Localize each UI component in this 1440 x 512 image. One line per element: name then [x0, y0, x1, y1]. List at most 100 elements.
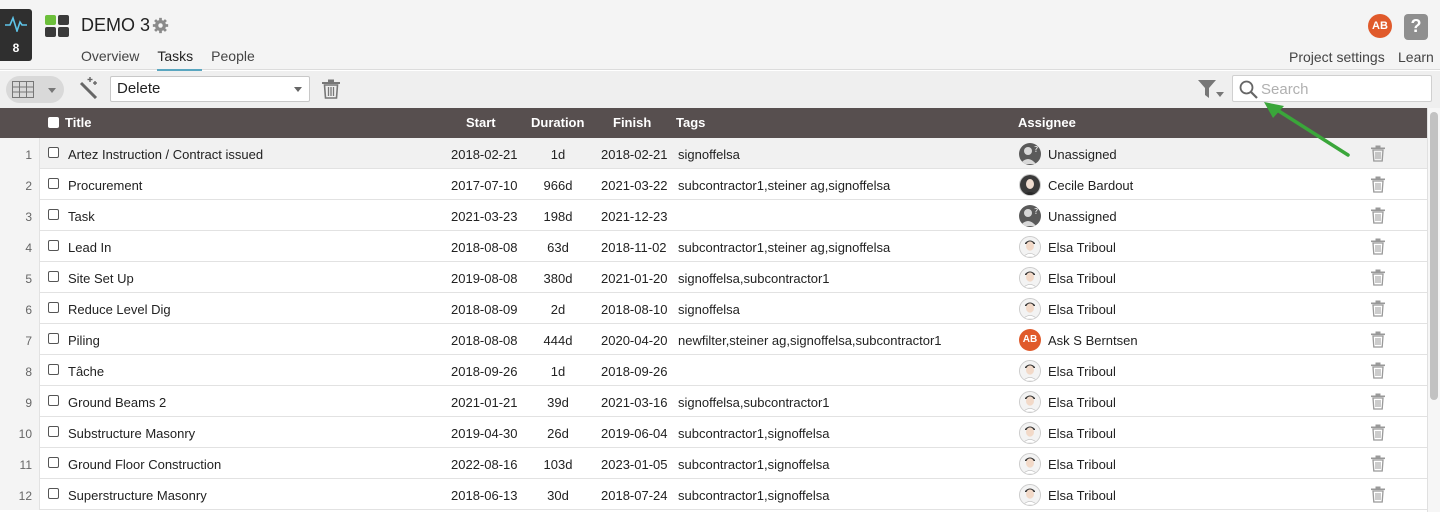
row-checkbox[interactable]: [48, 302, 59, 313]
select-all-checkbox[interactable]: [48, 117, 59, 128]
task-duration[interactable]: 966d: [522, 178, 594, 193]
task-title[interactable]: Reduce Level Dig: [68, 302, 171, 317]
task-title[interactable]: Task: [68, 209, 95, 224]
task-title[interactable]: Lead In: [68, 240, 111, 255]
user-avatar[interactable]: AB: [1368, 14, 1392, 38]
trash-icon[interactable]: [1371, 238, 1385, 258]
table-row[interactable]: 2 Procurement 2017-07-10 966d 2021-03-22 subc…: [0, 169, 1427, 200]
task-finish[interactable]: 2021-12-23: [601, 209, 668, 224]
row-checkbox[interactable]: [48, 209, 59, 220]
task-title[interactable]: Ground Beams 2: [68, 395, 166, 410]
row-checkbox[interactable]: [48, 426, 59, 437]
col-title[interactable]: Title: [65, 115, 92, 130]
task-assignee[interactable]: Elsa Triboul: [1048, 395, 1116, 410]
task-finish[interactable]: 2020-04-20: [601, 333, 668, 348]
view-switcher[interactable]: [6, 76, 64, 103]
trash-icon[interactable]: [1371, 269, 1385, 289]
task-tags[interactable]: signoffelsa,subcontractor1: [678, 395, 830, 410]
row-checkbox[interactable]: [48, 271, 59, 282]
magic-wand-icon[interactable]: [78, 77, 100, 99]
search-input[interactable]: [1261, 79, 1426, 99]
tab-tasks[interactable]: Tasks: [157, 48, 203, 71]
table-row[interactable]: 3 Task 2021-03-23 198d 2021-12-23? Unassigned: [0, 200, 1427, 231]
task-duration[interactable]: 26d: [522, 426, 594, 441]
table-row[interactable]: 8 Tâche 2018-09-26 1d 2018-09-26 Elsa Triboul: [0, 355, 1427, 386]
task-start[interactable]: 2018-02-21: [451, 147, 518, 162]
row-checkbox[interactable]: [48, 333, 59, 344]
table-row[interactable]: 12 Superstructure Masonry 2018-06-13 30d 201…: [0, 479, 1427, 510]
table-row[interactable]: 5 Site Set Up 2019-08-08 380d 2021-01-20 sign…: [0, 262, 1427, 293]
trash-icon[interactable]: [1371, 362, 1385, 382]
task-title[interactable]: Piling: [68, 333, 100, 348]
task-tags[interactable]: subcontractor1,signoffelsa: [678, 457, 830, 472]
task-assignee[interactable]: Elsa Triboul: [1048, 302, 1116, 317]
task-assignee[interactable]: Cecile Bardout: [1048, 178, 1133, 193]
task-start[interactable]: 2018-06-13: [451, 488, 518, 503]
task-assignee[interactable]: Elsa Triboul: [1048, 426, 1116, 441]
task-title[interactable]: Procurement: [68, 178, 142, 193]
vertical-scrollbar[interactable]: [1427, 108, 1440, 512]
task-start[interactable]: 2021-01-21: [451, 395, 518, 410]
task-assignee[interactable]: Unassigned: [1048, 147, 1117, 162]
task-tags[interactable]: signoffelsa: [678, 302, 740, 317]
task-title[interactable]: Ground Floor Construction: [68, 457, 221, 472]
col-assignee[interactable]: Assignee: [1018, 115, 1076, 130]
task-assignee[interactable]: Elsa Triboul: [1048, 364, 1116, 379]
task-duration[interactable]: 198d: [522, 209, 594, 224]
col-start[interactable]: Start: [466, 115, 496, 130]
task-assignee[interactable]: Unassigned: [1048, 209, 1117, 224]
project-settings-link[interactable]: Project settings: [1289, 49, 1385, 65]
trash-icon[interactable]: [1371, 331, 1385, 351]
task-finish[interactable]: 2023-01-05: [601, 457, 668, 472]
task-title[interactable]: Superstructure Masonry: [68, 488, 207, 503]
task-tags[interactable]: subcontractor1,signoffelsa: [678, 488, 830, 503]
scrollbar-thumb[interactable]: [1430, 112, 1438, 400]
task-finish[interactable]: 2018-07-24: [601, 488, 668, 503]
task-finish[interactable]: 2021-03-22: [601, 178, 668, 193]
task-duration[interactable]: 444d: [522, 333, 594, 348]
col-tags[interactable]: Tags: [676, 115, 705, 130]
task-duration[interactable]: 2d: [522, 302, 594, 317]
task-assignee[interactable]: Elsa Triboul: [1048, 240, 1116, 255]
task-title[interactable]: Tâche: [68, 364, 104, 379]
task-tags[interactable]: subcontractor1,signoffelsa: [678, 426, 830, 441]
trash-icon[interactable]: [1371, 424, 1385, 444]
task-duration[interactable]: 1d: [522, 147, 594, 162]
row-checkbox[interactable]: [48, 457, 59, 468]
task-tags[interactable]: subcontractor1,steiner ag,signoffelsa: [678, 178, 890, 193]
task-assignee[interactable]: Elsa Triboul: [1048, 271, 1116, 286]
row-checkbox[interactable]: [48, 240, 59, 251]
col-duration[interactable]: Duration: [531, 115, 584, 130]
filter-icon[interactable]: [1198, 80, 1224, 100]
trash-icon[interactable]: [1371, 393, 1385, 413]
task-finish[interactable]: 2018-08-10: [601, 302, 668, 317]
table-row[interactable]: 11 Ground Floor Construction 2022-08-16 103…: [0, 448, 1427, 479]
task-title[interactable]: Artez Instruction / Contract issued: [68, 147, 263, 162]
task-finish[interactable]: 2018-02-21: [601, 147, 668, 162]
table-row[interactable]: 4 Lead In 2018-08-08 63d 2018-11-02 subcontra…: [0, 231, 1427, 262]
row-checkbox[interactable]: [48, 147, 59, 158]
gear-icon[interactable]: [152, 17, 169, 34]
task-duration[interactable]: 63d: [522, 240, 594, 255]
task-start[interactable]: 2019-04-30: [451, 426, 518, 441]
bulk-action-select[interactable]: Delete: [110, 76, 310, 102]
task-duration[interactable]: 39d: [522, 395, 594, 410]
table-row[interactable]: 6 Reduce Level Dig 2018-08-09 2d 2018-08-10 s…: [0, 293, 1427, 324]
trash-icon[interactable]: [1371, 455, 1385, 475]
trash-icon[interactable]: [1371, 176, 1385, 196]
trash-icon[interactable]: [1371, 207, 1385, 227]
task-start[interactable]: 2018-08-09: [451, 302, 518, 317]
task-title[interactable]: Substructure Masonry: [68, 426, 195, 441]
row-checkbox[interactable]: [48, 395, 59, 406]
learn-link[interactable]: Learn: [1398, 49, 1434, 65]
trash-icon[interactable]: [1371, 145, 1385, 165]
task-duration[interactable]: 103d: [522, 457, 594, 472]
task-tags[interactable]: newfilter,steiner ag,signoffelsa,subcont…: [678, 333, 942, 348]
task-finish[interactable]: 2018-11-02: [601, 240, 667, 255]
table-row[interactable]: 9 Ground Beams 2 2021-01-21 39d 2021-03-16 si…: [0, 386, 1427, 417]
trash-icon[interactable]: [1371, 486, 1385, 506]
help-icon[interactable]: ?: [1404, 14, 1428, 40]
col-finish[interactable]: Finish: [613, 115, 651, 130]
task-tags[interactable]: signoffelsa,subcontractor1: [678, 271, 830, 286]
row-checkbox[interactable]: [48, 364, 59, 375]
